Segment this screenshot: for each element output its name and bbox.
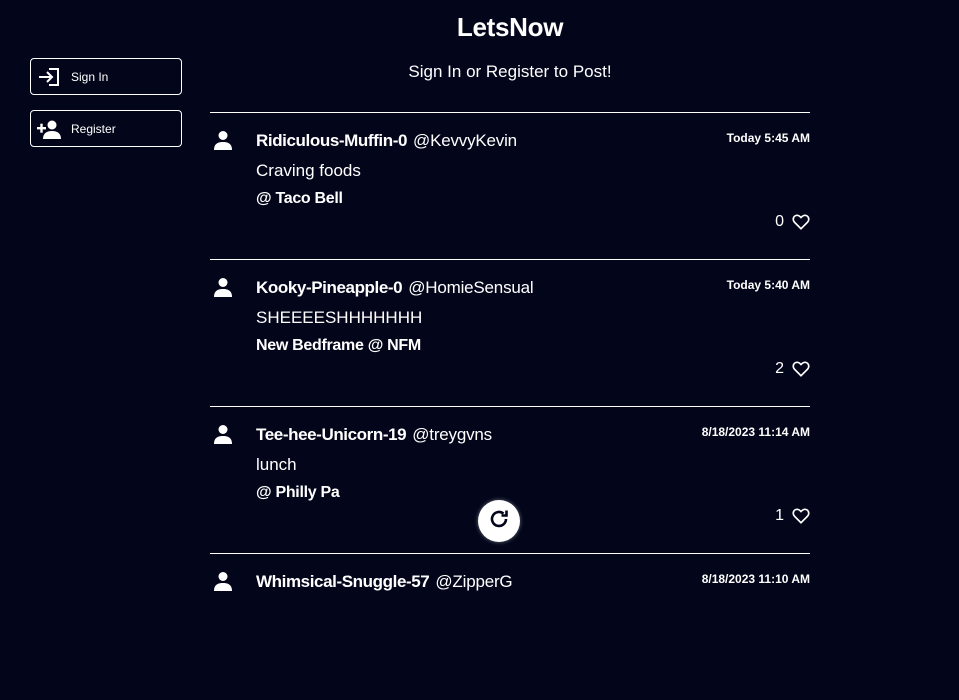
register-button[interactable]: Register [30,110,182,147]
post-author-name: Tee-hee-Unicorn-19 [256,425,407,444]
post-card: Kooky-Pineapple-0 @HomieSensual Today 5:4… [210,259,810,406]
like-area: 2 [775,360,810,378]
post-author[interactable]: Tee-hee-Unicorn-19 @treygvns [256,425,492,445]
register-label: Register [71,121,116,136]
heart-outline-icon[interactable] [792,213,810,231]
post-card: Ridiculous-Muffin-0 @KevvyKevin Today 5:4… [210,112,810,259]
person-icon [213,130,233,150]
like-count: 1 [775,507,784,524]
post-location: @ Philly Pa [256,484,340,501]
login-icon [37,65,61,89]
post-feed: Ridiculous-Muffin-0 @KevvyKevin Today 5:4… [210,112,810,700]
post-timestamp: Today 5:40 AM [726,278,810,292]
post-handle: @KevvyKevin [413,131,517,150]
like-count: 0 [775,213,784,230]
like-area: 1 [775,507,810,525]
sign-in-button[interactable]: Sign In [30,58,182,95]
post-author[interactable]: Whimsical-Snuggle-57 @ZipperG [256,572,513,592]
post-body: lunch [256,455,297,474]
post-handle: @ZipperG [435,572,513,591]
page-subtitle: Sign In or Register to Post! [408,62,612,81]
person-icon [213,424,233,444]
app-title: LetsNow [456,12,564,42]
person-icon [213,277,233,297]
page-header: LetsNow Sign In or Register to Post! [210,0,810,82]
person-add-icon [37,117,61,141]
heart-outline-icon[interactable] [792,507,810,525]
post-timestamp: 8/18/2023 11:10 AM [701,572,810,586]
post-author-name: Ridiculous-Muffin-0 [256,131,408,150]
post-author-name: Kooky-Pineapple-0 [256,278,403,297]
post-timestamp: 8/18/2023 11:14 AM [701,425,810,439]
post-author[interactable]: Kooky-Pineapple-0 @HomieSensual [256,278,534,298]
post-location: New Bedframe @ NFM [256,337,421,354]
post-handle: @treygvns [412,425,492,444]
post-body: Craving foods [256,161,361,180]
sign-in-label: Sign In [71,69,109,84]
post-card: Whimsical-Snuggle-57 @ZipperG 8/18/2023 1… [210,553,810,700]
post-timestamp: Today 5:45 AM [726,131,810,145]
person-icon [213,571,233,591]
like-area: 0 [775,213,810,231]
like-count: 2 [775,360,784,377]
heart-outline-icon[interactable] [792,360,810,378]
post-author[interactable]: Ridiculous-Muffin-0 @KevvyKevin [256,131,517,151]
refresh-icon [487,507,511,536]
refresh-button[interactable] [478,500,520,542]
post-author-name: Whimsical-Snuggle-57 [256,572,430,591]
post-body: SHEEEESHHHHHHH [256,308,423,327]
post-location: @ Taco Bell [256,190,343,207]
sidebar: Sign In Register [30,58,182,162]
post-handle: @HomieSensual [408,278,534,297]
